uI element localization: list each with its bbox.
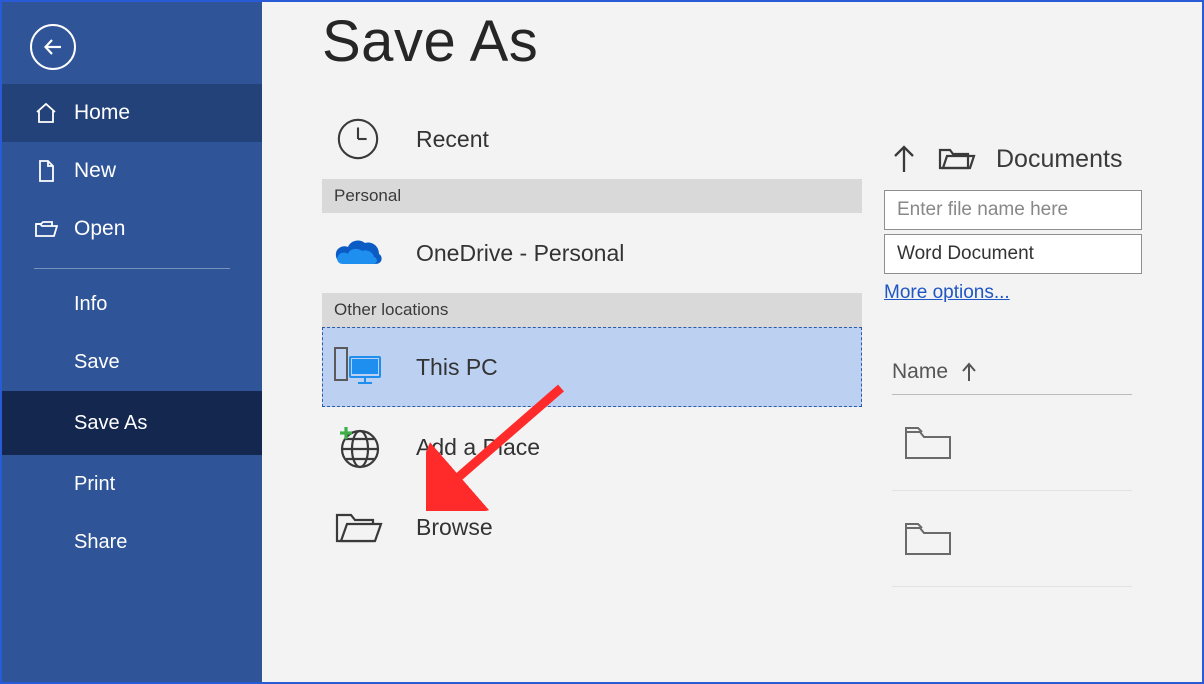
location-this-pc[interactable]: This PC [322,327,862,407]
sidebar-label-save: Save [74,351,120,374]
main-area: Save As Recent Personal OneDrive - Pe [262,2,1202,682]
sidebar-label-save-as: Save As [74,412,147,435]
sidebar-divider [34,268,230,269]
filename-input[interactable] [884,190,1142,230]
location-label-add-place: Add a Place [416,434,540,461]
sidebar-label-home: Home [74,101,130,125]
this-pc-icon [332,345,384,389]
file-list-header-name: Name [892,360,948,384]
up-folder-icon[interactable] [890,142,918,176]
folder-entry[interactable] [892,395,1132,491]
location-browse[interactable]: Browse [322,487,862,567]
location-add-place[interactable]: Add a Place [322,407,862,487]
sidebar-label-share: Share [74,531,127,554]
new-document-icon [34,159,58,183]
browse-folder-icon [333,507,383,547]
folder-open-icon[interactable] [938,144,976,174]
sidebar-item-share[interactable]: Share [2,513,262,571]
filetype-select[interactable]: Word Document [884,234,1142,274]
sidebar-item-open[interactable]: Open [2,200,262,258]
sidebar-item-print[interactable]: Print [2,455,262,513]
backstage-sidebar: Home New Open Info Save Save As Print Sh… [2,2,262,682]
folder-icon [902,518,954,560]
add-place-icon [334,423,382,471]
locations-column: Save As Recent Personal OneDrive - Pe [262,2,862,682]
arrow-left-icon [41,35,65,59]
folder-entry[interactable] [892,491,1132,587]
home-icon [34,101,58,125]
location-label-browse: Browse [416,514,493,541]
sidebar-item-home[interactable]: Home [2,84,262,142]
location-label-onedrive: OneDrive - Personal [416,240,624,267]
location-label-recent: Recent [416,126,489,153]
file-list-header[interactable]: Name [892,360,1132,395]
location-onedrive[interactable]: OneDrive - Personal [322,213,862,293]
location-label-this-pc: This PC [416,354,498,381]
clock-icon [335,116,381,162]
group-header-personal: Personal [322,179,862,213]
folder-open-icon [34,217,58,241]
location-recent[interactable]: Recent [322,99,862,179]
sidebar-label-print: Print [74,473,115,496]
sidebar-label-new: New [74,159,116,183]
group-header-other: Other locations [322,293,862,327]
sidebar-label-info: Info [74,293,107,316]
page-title: Save As [322,8,862,75]
onedrive-icon [333,236,383,270]
sidebar-item-save-as[interactable]: Save As [2,391,262,455]
right-column: Documents Word Document More options... … [862,2,1202,682]
sidebar-label-open: Open [74,217,125,241]
filetype-value: Word Document [897,243,1034,265]
sidebar-item-save[interactable]: Save [2,333,262,391]
sidebar-item-new[interactable]: New [2,142,262,200]
back-button[interactable] [30,24,76,70]
sort-up-icon [960,361,978,383]
sidebar-item-info[interactable]: Info [2,275,262,333]
more-options-link[interactable]: More options... [884,282,1010,303]
current-folder-label: Documents [996,145,1122,174]
folder-icon [902,422,954,464]
